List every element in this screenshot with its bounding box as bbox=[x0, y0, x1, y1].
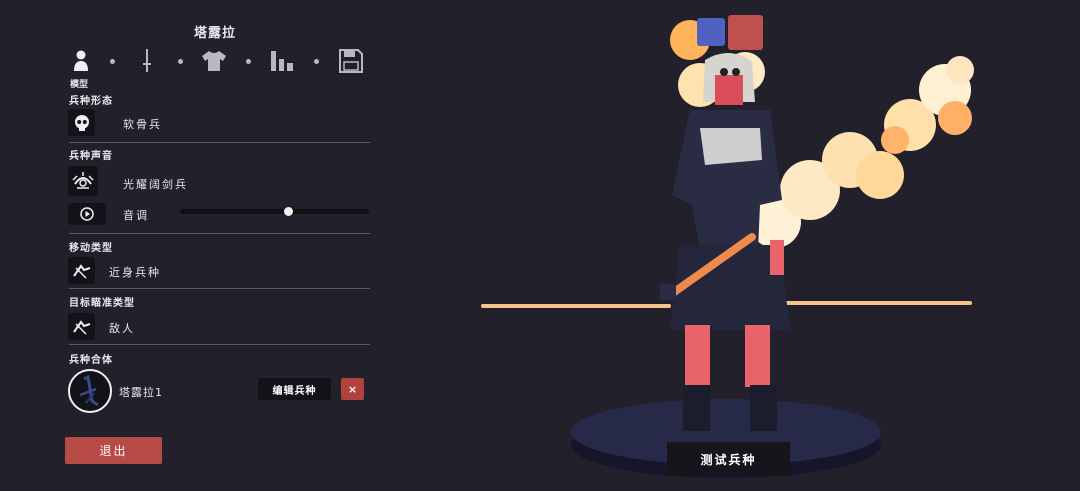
unit-model bbox=[660, 52, 790, 431]
pitch-label: 音调 bbox=[123, 209, 149, 222]
tab-separator-dot bbox=[178, 59, 183, 64]
flame-trail bbox=[749, 56, 974, 248]
tab-stats[interactable] bbox=[268, 46, 298, 76]
tab-weapon[interactable] bbox=[132, 46, 162, 76]
pitch-slider-thumb[interactable] bbox=[284, 207, 294, 216]
unit-voice-label: 兵种声音 bbox=[69, 151, 113, 162]
merged-unit-avatar[interactable] bbox=[68, 369, 112, 413]
helmet-icon bbox=[72, 172, 94, 189]
tab-save[interactable] bbox=[336, 46, 366, 76]
color-swatch-red[interactable] bbox=[728, 15, 763, 50]
unit-form-label: 兵种形态 bbox=[69, 96, 113, 107]
model-icon bbox=[74, 50, 88, 71]
unit-portrait-icon bbox=[79, 374, 99, 407]
unit-voice-value: 光耀阔剑兵 bbox=[123, 178, 188, 191]
light-beam bbox=[780, 301, 972, 305]
targeting-label: 目标瞄准类型 bbox=[69, 298, 135, 309]
test-unit-button[interactable]: 测试兵种 bbox=[667, 442, 790, 476]
editor-tabs bbox=[66, 46, 366, 78]
tab-model[interactable] bbox=[66, 46, 96, 76]
edit-unit-button[interactable]: 编辑兵种 bbox=[258, 378, 331, 400]
melee-icon bbox=[72, 263, 90, 279]
unit-form-value: 软骨兵 bbox=[123, 118, 162, 131]
movement-selector[interactable] bbox=[68, 257, 95, 284]
stats-icon bbox=[271, 51, 293, 71]
targeting-selector[interactable] bbox=[68, 313, 95, 340]
play-voice-button[interactable] bbox=[68, 203, 106, 225]
color-swatch-blue[interactable] bbox=[697, 18, 725, 46]
unit-editor-panel: 塔露拉 模型 兵种形态 软骨兵 兵种声音 光耀阔剑兵 音调 移动类型 近身兵种 … bbox=[0, 0, 380, 491]
tab-clothing[interactable] bbox=[199, 46, 229, 76]
exit-button[interactable]: 退出 bbox=[65, 437, 162, 464]
shirt-icon bbox=[202, 51, 226, 71]
divider bbox=[69, 233, 370, 234]
play-icon bbox=[80, 207, 94, 221]
merged-unit-name: 塔露拉1 bbox=[119, 386, 163, 399]
movement-value: 近身兵种 bbox=[109, 266, 161, 279]
active-tab-caption: 模型 bbox=[70, 80, 89, 90]
tab-separator-dot bbox=[246, 59, 251, 64]
unit-title: 塔露拉 bbox=[193, 26, 236, 41]
sword-icon bbox=[143, 49, 151, 72]
unit-voice-selector[interactable] bbox=[68, 166, 98, 196]
movement-label: 移动类型 bbox=[69, 243, 113, 254]
merge-label: 兵种合体 bbox=[69, 355, 113, 366]
unit-preview-scene bbox=[481, 15, 974, 478]
tab-separator-dot bbox=[314, 59, 319, 64]
save-icon bbox=[339, 49, 363, 73]
pitch-slider[interactable] bbox=[180, 207, 369, 216]
target-icon bbox=[72, 319, 90, 335]
remove-unit-button[interactable]: × bbox=[341, 378, 364, 400]
divider bbox=[69, 288, 370, 289]
skull-icon bbox=[74, 114, 89, 131]
divider bbox=[69, 344, 370, 345]
light-beam bbox=[481, 304, 671, 308]
divider bbox=[69, 142, 370, 143]
tab-separator-dot bbox=[110, 59, 115, 64]
unit-form-selector[interactable] bbox=[68, 109, 95, 136]
targeting-value: 敌人 bbox=[109, 322, 135, 335]
